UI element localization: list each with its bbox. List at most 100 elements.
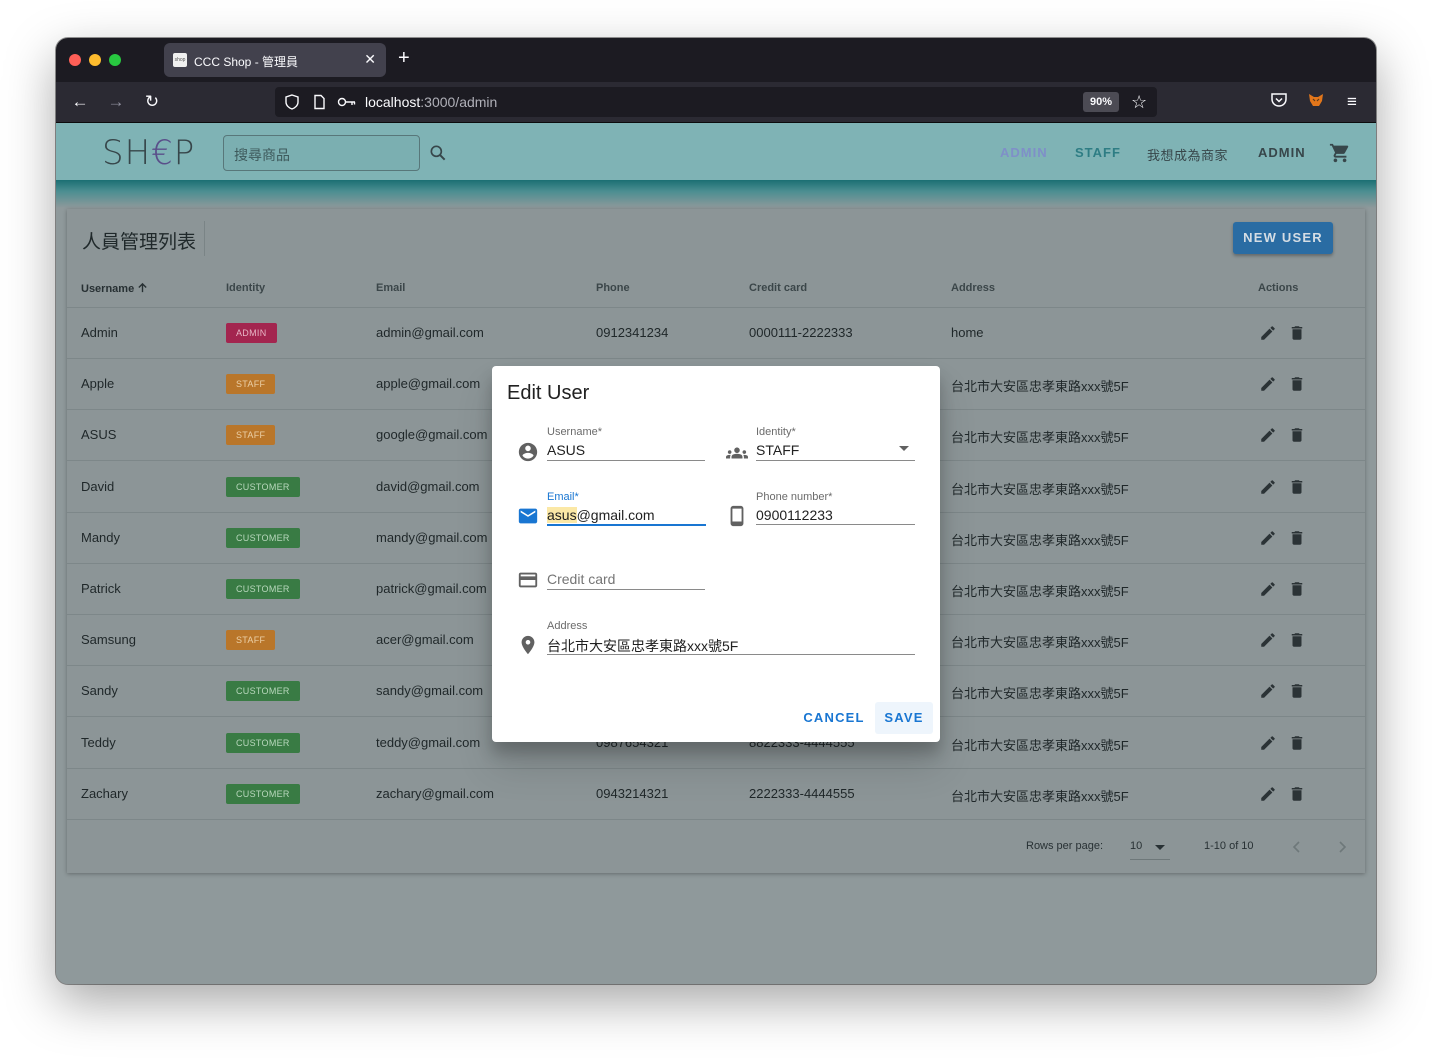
menu-hamburger-icon[interactable]: ≡ [1341, 91, 1363, 113]
edit-icon[interactable] [1259, 682, 1277, 700]
browser-window: shop CCC Shop - 管理員 ✕ + ← → ↻ localhost:… [56, 38, 1376, 984]
col-header-phone[interactable]: Phone [596, 282, 630, 294]
edit-icon[interactable] [1259, 426, 1277, 444]
page-icon[interactable] [311, 94, 327, 110]
url-bar[interactable]: localhost:3000/admin 90% ☆ [275, 87, 1157, 117]
delete-icon[interactable] [1288, 529, 1306, 547]
pagination-range: 1-10 of 10 [1204, 840, 1254, 852]
credit-card-underline [547, 589, 705, 590]
email-cell: patrick@gmail.com [376, 581, 487, 596]
browser-tab[interactable]: shop CCC Shop - 管理員 ✕ [164, 43, 386, 77]
col-header-address[interactable]: Address [951, 282, 995, 294]
cancel-button[interactable]: CANCEL [799, 702, 869, 734]
card-title: 人員管理列表 [82, 232, 197, 253]
identity-badge: STAFF [226, 374, 276, 395]
edit-icon[interactable] [1259, 631, 1277, 649]
minimize-window-button[interactable] [89, 54, 101, 66]
bookmark-star-icon[interactable]: ☆ [1131, 91, 1147, 113]
edit-icon[interactable] [1259, 324, 1277, 342]
identity-badge: CUSTOMER [226, 681, 300, 702]
pocket-icon[interactable] [1268, 91, 1290, 113]
reload-icon[interactable]: ↻ [141, 91, 163, 113]
edit-icon[interactable] [1259, 785, 1277, 803]
location-icon [521, 635, 535, 655]
email-field[interactable]: asus@gmail.com [547, 507, 655, 523]
table-row[interactable]: Zachary zachary@gmail.com 0943214321 222233… [67, 769, 1365, 820]
maximize-window-button[interactable] [109, 54, 121, 66]
email-underline [547, 524, 706, 526]
edit-icon[interactable] [1259, 375, 1277, 393]
identity-badge: CUSTOMER [226, 783, 300, 804]
favicon-icon: shop [173, 53, 187, 67]
delete-icon[interactable] [1288, 375, 1306, 393]
col-header-credit-card[interactable]: Credit card [749, 282, 807, 294]
address-cell: 台北市大安區忠孝東路xxx號5F [951, 737, 1129, 753]
delete-icon[interactable] [1288, 580, 1306, 598]
username-field[interactable]: ASUS [547, 442, 585, 458]
credit-card-field[interactable]: Credit card [547, 571, 615, 587]
shield-icon[interactable] [284, 94, 300, 110]
delete-icon[interactable] [1288, 734, 1306, 752]
cart-icon[interactable] [1329, 142, 1351, 164]
address-cell: 台北市大安區忠孝東路xxx號5F [951, 532, 1129, 548]
back-icon[interactable]: ← [69, 91, 91, 113]
email-cell: google@gmail.com [376, 427, 488, 443]
phone-cell: 0912341234 [596, 325, 669, 340]
nav-user-admin-link[interactable]: ADMIN [1258, 145, 1306, 160]
email-cell: mandy@gmail.com [376, 529, 488, 545]
search-icon[interactable] [428, 143, 448, 163]
address-cell: 台北市大安區忠孝東路xxx號5F [951, 788, 1129, 804]
save-button[interactable]: SAVE [875, 702, 933, 734]
delete-icon[interactable] [1288, 631, 1306, 649]
delete-icon[interactable] [1288, 426, 1306, 444]
url-text[interactable]: localhost:3000/admin [365, 94, 497, 110]
edit-icon[interactable] [1259, 734, 1277, 752]
chevron-down-icon[interactable] [899, 446, 909, 452]
username-cell: Patrick [81, 581, 121, 596]
key-icon[interactable] [337, 94, 357, 110]
edit-icon[interactable] [1259, 478, 1277, 496]
chevron-left-icon[interactable] [1289, 839, 1305, 855]
table-row[interactable]: Admin admin@gmail.com 0912341234 0000111-22… [67, 308, 1365, 359]
new-user-button[interactable]: NEW USER [1233, 222, 1333, 254]
delete-icon[interactable] [1288, 478, 1306, 496]
navigation-bar: ← → ↻ localhost:3000/admin 90% ☆ ≡ [56, 82, 1376, 123]
col-header-email[interactable]: Email [376, 282, 405, 294]
app-header: SH€P 搜尋商品 ADMIN STAFF 我想成為商家 ADMIN [56, 123, 1376, 180]
nav-staff-link[interactable]: STAFF [1075, 145, 1121, 160]
address-cell: home [951, 325, 984, 340]
forward-icon[interactable]: → [105, 91, 127, 113]
address-field[interactable]: 台北市大安區忠孝東路xxx號5F [547, 636, 738, 656]
edit-icon[interactable] [1259, 529, 1277, 547]
phone-field[interactable]: 0900112233 [756, 507, 833, 523]
metamask-extension-icon[interactable] [1305, 91, 1327, 113]
close-window-button[interactable] [69, 54, 81, 66]
page: SH€P 搜尋商品 ADMIN STAFF 我想成為商家 ADMIN 人員管理列… [56, 123, 1376, 984]
address-cell: 台北市大安區忠孝東路xxx號5F [951, 635, 1129, 651]
title-divider [204, 221, 205, 256]
sort-arrow-up-icon[interactable] [137, 282, 148, 293]
nav-become-merchant-link[interactable]: 我想成為商家 [1147, 145, 1228, 164]
username-underline [547, 460, 705, 461]
col-header-username[interactable]: Username [81, 282, 148, 295]
delete-icon[interactable] [1288, 682, 1306, 700]
search-input[interactable]: 搜尋商品 [223, 135, 420, 171]
username-cell: Teddy [81, 734, 116, 750]
email-cell: apple@gmail.com [376, 376, 481, 392]
identity-select[interactable]: STAFF [756, 442, 799, 458]
delete-icon[interactable] [1288, 785, 1306, 803]
tab-close-icon[interactable]: ✕ [364, 51, 376, 68]
rows-per-page-select[interactable]: 10 [1130, 840, 1170, 860]
new-tab-button[interactable]: + [398, 48, 410, 68]
delete-icon[interactable] [1288, 324, 1306, 342]
zoom-level[interactable]: 90% [1083, 92, 1120, 112]
nav-admin-link[interactable]: ADMIN [1000, 145, 1048, 160]
chevron-right-icon[interactable] [1334, 839, 1350, 855]
email-cell: david@gmail.com [376, 478, 480, 494]
identity-label: Identity* [756, 426, 796, 438]
col-header-identity[interactable]: Identity [226, 282, 265, 294]
people-icon [726, 447, 748, 459]
edit-icon[interactable] [1259, 580, 1277, 598]
shop-logo[interactable]: SH€P [102, 133, 195, 173]
credit-card-cell: 0000111-2222333 [749, 325, 853, 340]
